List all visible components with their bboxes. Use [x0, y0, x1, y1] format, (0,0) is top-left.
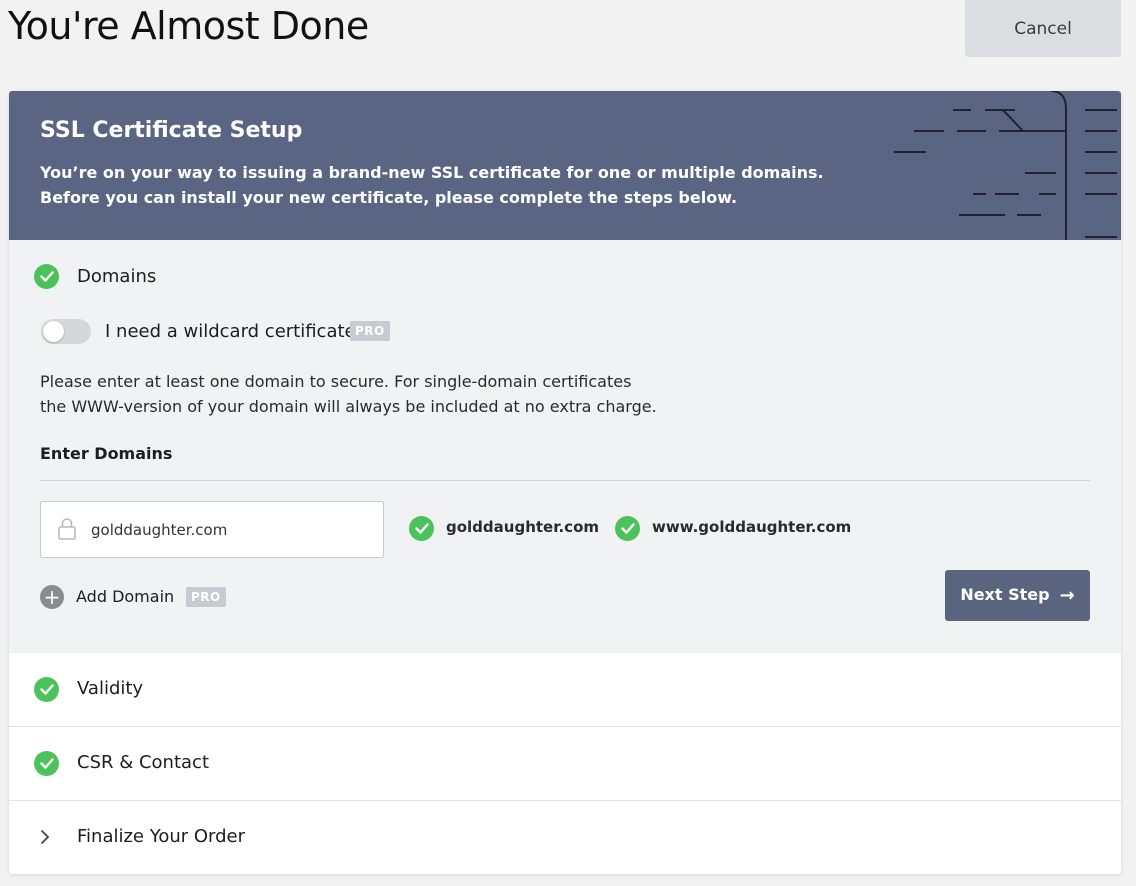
next-step-label: Next Step	[960, 585, 1050, 604]
domains-section: Domains I need a wildcard certificate PR…	[9, 240, 1121, 654]
wildcard-toggle[interactable]	[41, 319, 91, 344]
banner-title: SSL Certificate Setup	[40, 118, 303, 143]
arrow-right-icon: →	[1059, 585, 1075, 606]
section-title-domains: Domains	[77, 266, 157, 287]
step-validity[interactable]: Validity	[9, 653, 1121, 727]
decorative-lines-icon	[894, 91, 1117, 240]
validated-domain: www.golddaughter.com	[652, 518, 852, 536]
check-icon	[615, 516, 640, 541]
banner-line-1: You’re on your way to issuing a brand-ne…	[40, 163, 824, 182]
divider	[40, 480, 1090, 481]
step-csr-contact[interactable]: CSR & Contact	[9, 727, 1121, 801]
banner-line-2: Before you can install your new certific…	[40, 188, 738, 207]
enter-domains-label: Enter Domains	[40, 444, 173, 463]
chevron-right-icon	[41, 830, 50, 844]
banner: SSL Certificate Setup You’re on your way…	[9, 91, 1121, 240]
helper-line-2: the WWW-version of your domain will alwa…	[40, 397, 657, 416]
cancel-button[interactable]: Cancel	[965, 0, 1121, 57]
check-icon	[34, 751, 59, 776]
plus-icon: +	[40, 585, 64, 609]
helper-text: Please enter at least one domain to secu…	[40, 369, 740, 419]
check-icon	[409, 516, 434, 541]
validated-domain: golddaughter.com	[446, 518, 600, 536]
toggle-knob	[43, 321, 64, 342]
lock-icon	[58, 518, 76, 540]
page-title: You're Almost Done	[8, 4, 369, 48]
banner-description: You’re on your way to issuing a brand-ne…	[40, 160, 840, 210]
pro-badge: PRO	[350, 321, 390, 341]
domain-input-wrapper	[40, 501, 384, 558]
step-label: Validity	[77, 678, 144, 699]
pro-badge: PRO	[186, 587, 226, 607]
add-domain-label: Add Domain	[76, 587, 175, 606]
next-step-button[interactable]: Next Step →	[945, 570, 1090, 621]
setup-card: SSL Certificate Setup You’re on your way…	[9, 91, 1121, 874]
wildcard-label: I need a wildcard certificate	[105, 321, 356, 342]
step-finalize-order[interactable]: Finalize Your Order	[9, 801, 1121, 874]
helper-line-1: Please enter at least one domain to secu…	[40, 372, 632, 391]
step-label: Finalize Your Order	[77, 826, 246, 847]
step-label: CSR & Contact	[77, 752, 210, 773]
domain-input[interactable]	[89, 502, 373, 557]
check-icon	[34, 677, 59, 702]
check-icon	[34, 264, 59, 289]
